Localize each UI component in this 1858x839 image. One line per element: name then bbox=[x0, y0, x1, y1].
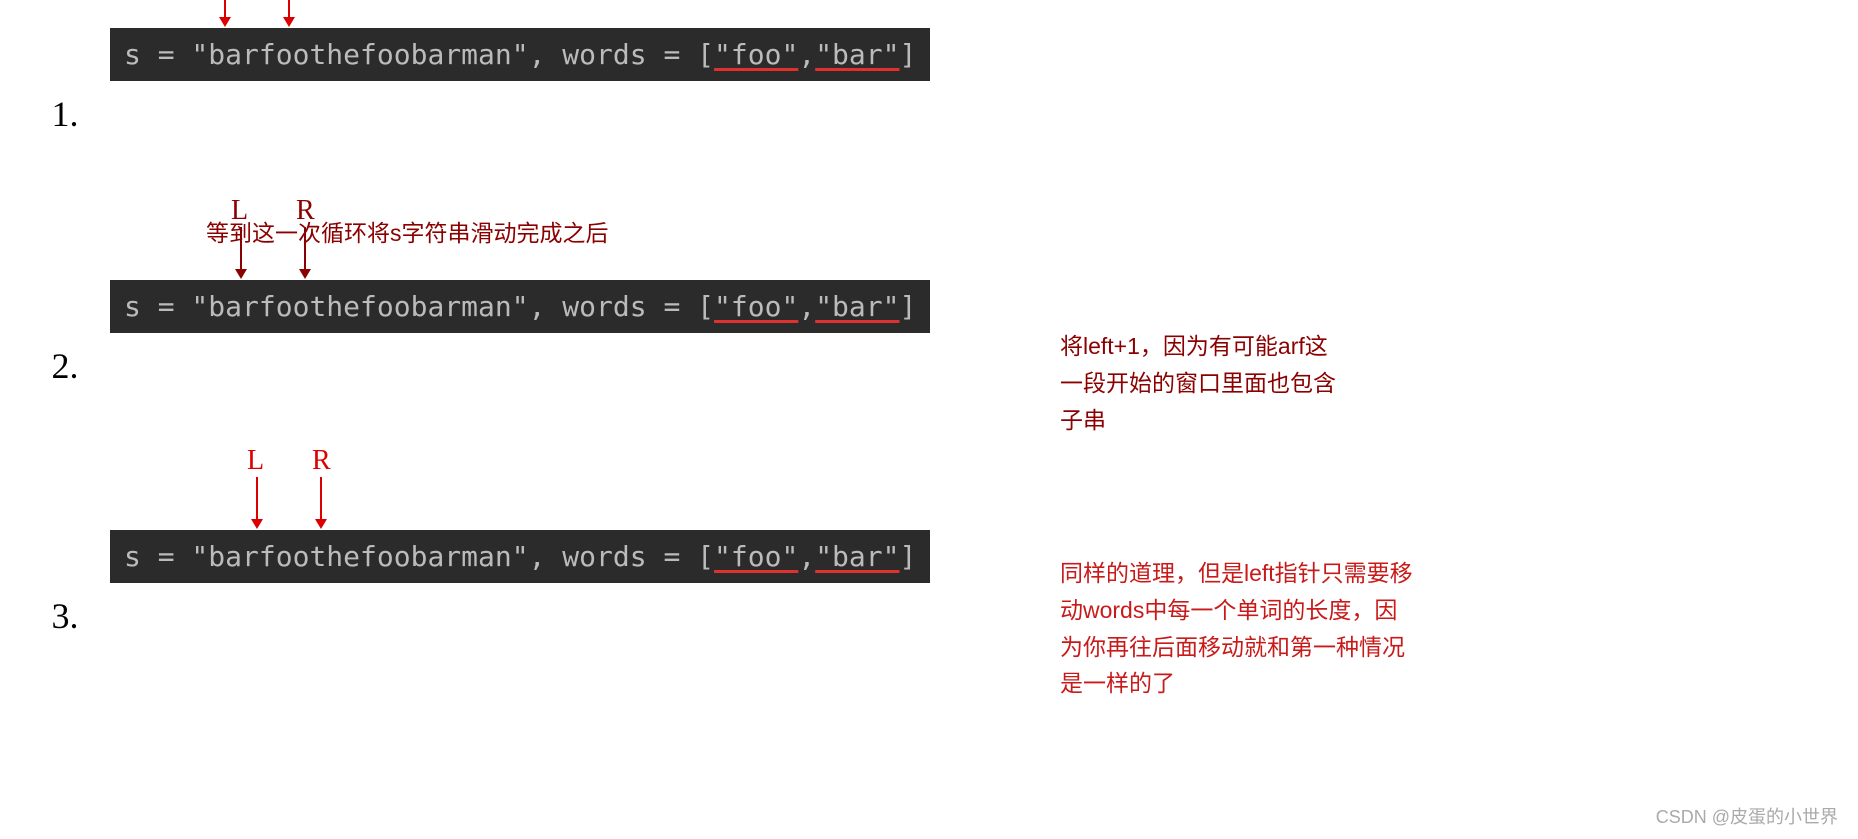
code-sep: , bbox=[798, 540, 815, 573]
step-number: 2. bbox=[40, 345, 90, 387]
code-pre: s = " bbox=[124, 290, 208, 323]
arrow-L-icon bbox=[224, 0, 226, 25]
code-wrap-1: L R s = "barfoothefoobarman", words = ["… bbox=[110, 28, 930, 81]
pointer-L-label: L bbox=[231, 195, 248, 227]
arrow-L-icon bbox=[240, 227, 242, 277]
code-pre: s = " bbox=[124, 540, 208, 573]
code-s: barfoothefoobarman bbox=[208, 38, 511, 71]
code-block-1: s = "barfoothefoobarman", words = ["foo"… bbox=[110, 28, 930, 81]
code-w1: "foo" bbox=[714, 38, 798, 71]
code-mid: ", words = [ bbox=[512, 540, 714, 573]
arrow-L-icon bbox=[256, 477, 258, 527]
code-block-3: s = "barfoothefoobarman", words = ["foo"… bbox=[110, 530, 930, 583]
code-sep: , bbox=[798, 38, 815, 71]
code-wrap-2: L R s = "barfoothefoobarman", words = ["… bbox=[110, 280, 930, 333]
watermark: CSDN @皮蛋的小世界 bbox=[1656, 803, 1838, 829]
code-w2: "bar" bbox=[815, 290, 899, 323]
code-mid: ", words = [ bbox=[512, 290, 714, 323]
code-w2: "bar" bbox=[815, 540, 899, 573]
step-2: 2. L R s = "barfoothefoobarman", words =… bbox=[40, 280, 930, 387]
code-s: barfoothefoobarman bbox=[208, 540, 511, 573]
code-block-2: s = "barfoothefoobarman", words = ["foo"… bbox=[110, 280, 930, 333]
code-post: ] bbox=[899, 540, 916, 573]
code-s: barfoothefoobarman bbox=[208, 290, 511, 323]
arrow-R-icon bbox=[304, 227, 306, 277]
code-post: ] bbox=[899, 290, 916, 323]
caption-side-2: 将left+1，因为有可能arf这一段开始的窗口里面也包含子串 bbox=[1060, 328, 1340, 438]
pointer-L-label: L bbox=[247, 445, 264, 477]
arrow-R-icon bbox=[320, 477, 322, 527]
step-number: 3. bbox=[40, 595, 90, 637]
arrow-R-icon bbox=[288, 0, 290, 25]
code-wrap-3: L R s = "barfoothefoobarman", words = ["… bbox=[110, 530, 930, 583]
code-sep: , bbox=[798, 290, 815, 323]
pointer-R-label: R bbox=[296, 195, 315, 227]
code-pre: s = " bbox=[124, 38, 208, 71]
code-post: ] bbox=[899, 38, 916, 71]
code-w1: "foo" bbox=[714, 290, 798, 323]
step-number: 1. bbox=[40, 93, 90, 135]
code-mid: ", words = [ bbox=[512, 38, 714, 71]
pointer-R-label: R bbox=[312, 445, 331, 477]
step-3: 3. L R s = "barfoothefoobarman", words =… bbox=[40, 530, 930, 637]
caption-side-3: 同样的道理，但是left指针只需要移动words中每一个单词的长度，因为你再往后… bbox=[1060, 555, 1420, 702]
arrow-layer-3: L R bbox=[110, 445, 930, 535]
code-w1: "foo" bbox=[714, 540, 798, 573]
arrow-layer-2: L R bbox=[110, 195, 930, 285]
step-1: 1. L R s = "barfoothefoobarman", words =… bbox=[40, 28, 930, 135]
code-w2: "bar" bbox=[815, 38, 899, 71]
